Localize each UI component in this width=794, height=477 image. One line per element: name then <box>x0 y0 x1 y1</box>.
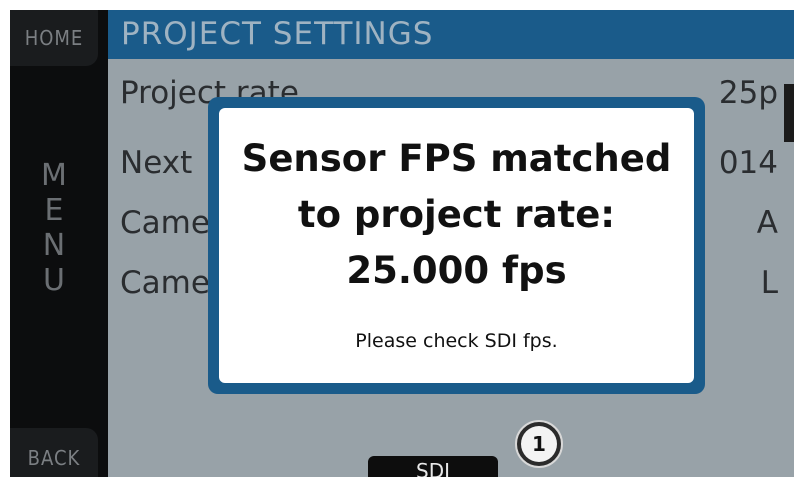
setting-value: A <box>756 205 778 241</box>
menu-letter: M <box>41 158 67 193</box>
callout-number: 1 <box>521 426 557 462</box>
dialog-message: Sensor FPS matched to project rate: 25.0… <box>219 131 694 299</box>
home-button[interactable]: HOME <box>10 10 98 66</box>
dialog-note: Please check SDI fps. <box>355 330 558 352</box>
menu-letter: N <box>42 228 66 263</box>
setting-label: Next <box>120 145 193 181</box>
page-header: PROJECT SETTINGS <box>108 10 794 59</box>
sdi-tab[interactable]: SDI <box>368 456 498 477</box>
info-dialog: Sensor FPS matched to project rate: 25.0… <box>208 97 705 394</box>
menu-letter: U <box>43 263 65 298</box>
dialog-message-line: to project rate: <box>297 193 616 236</box>
scrollbar[interactable] <box>784 84 794 142</box>
setting-value: L <box>760 265 778 301</box>
callout-marker: 1 <box>515 420 563 468</box>
menu-button[interactable]: M E N U <box>10 158 98 298</box>
dialog-fps-value: 25.000 fps <box>346 249 567 292</box>
setting-label: Came <box>120 205 210 241</box>
back-button[interactable]: BACK <box>10 428 98 477</box>
menu-letter: E <box>44 193 64 228</box>
setting-label: Came <box>120 265 210 301</box>
setting-value: 25p <box>718 75 778 111</box>
setting-value: 014 <box>718 145 778 181</box>
page-title: PROJECT SETTINGS <box>121 16 434 52</box>
dialog-message-line: Sensor FPS matched <box>241 137 672 180</box>
dialog-body: Sensor FPS matched to project rate: 25.0… <box>219 108 694 383</box>
